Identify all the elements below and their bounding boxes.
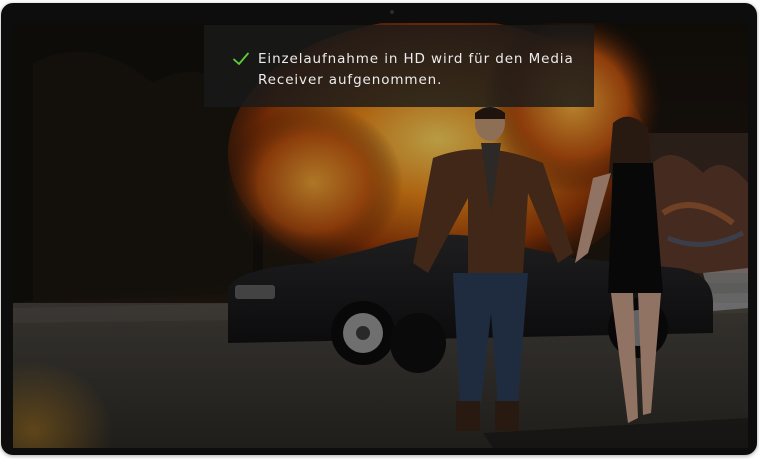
notification-message: Einzelaufnahme in HD wird für den Media …	[258, 51, 574, 88]
camera-dot	[390, 10, 394, 14]
tv-screen: Einzelaufnahme in HD wird für den Media …	[13, 23, 748, 448]
checkmark-icon	[233, 52, 249, 65]
tv-device-frame: Einzelaufnahme in HD wird für den Media …	[1, 3, 757, 455]
recording-notification: Einzelaufnahme in HD wird für den Media …	[204, 25, 594, 107]
